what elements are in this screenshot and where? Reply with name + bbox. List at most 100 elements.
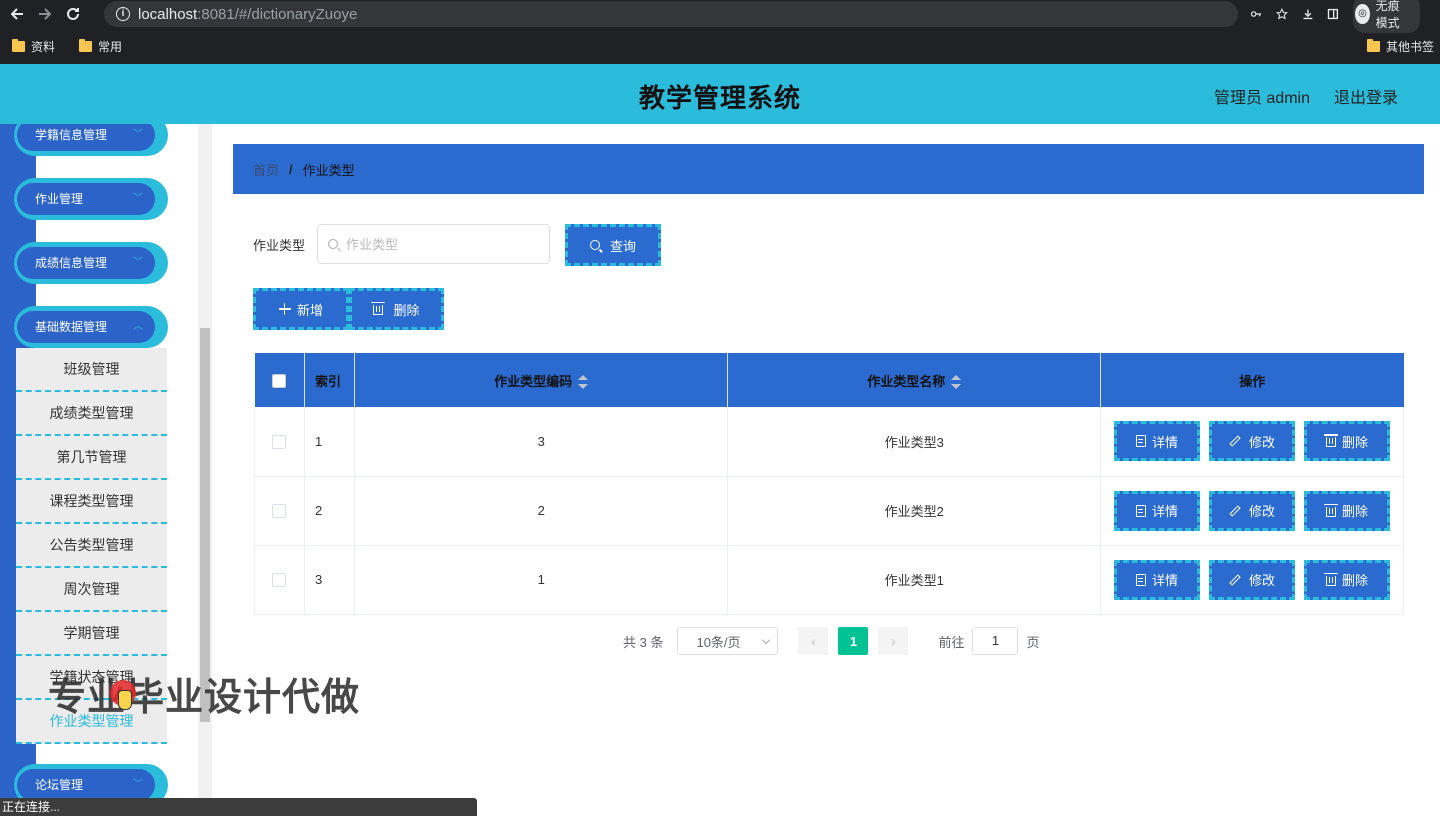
edit-label: 修改 — [1249, 432, 1275, 451]
chevron-up-icon: ︿ — [133, 311, 143, 343]
folder-icon — [12, 41, 25, 52]
trash-icon — [1326, 437, 1336, 447]
column-header-ops: 操作 — [1101, 353, 1404, 407]
sidebar-group-label: 作业管理 — [35, 192, 83, 206]
search-label: 作业类型 — [253, 235, 305, 254]
incognito-icon: ◎ — [1355, 4, 1369, 24]
row-code: 1 — [354, 545, 728, 614]
query-button[interactable]: 查询 — [565, 224, 661, 266]
row-index: 3 — [304, 545, 354, 614]
sidebar-group-basic-data[interactable]: 基础数据管理 ︿ — [14, 306, 168, 348]
edit-button[interactable]: 修改 — [1209, 560, 1295, 600]
url-bar[interactable]: i localhost:8081/#/dictionaryZuoye — [104, 1, 1238, 27]
logout-link[interactable]: 退出登录 — [1334, 84, 1398, 108]
query-button-label: 查询 — [610, 236, 636, 255]
sidebar-item-period[interactable]: 第几节管理 — [16, 436, 167, 480]
add-button[interactable]: 新增 — [253, 288, 349, 330]
sidebar-item-course-type[interactable]: 课程类型管理 — [16, 480, 167, 524]
key-icon[interactable] — [1250, 6, 1262, 22]
goto-page-input[interactable]: 1 — [972, 627, 1018, 655]
batch-delete-label: 删除 — [393, 300, 419, 319]
next-page-button[interactable]: › — [878, 627, 908, 655]
detail-button[interactable]: 详情 — [1114, 491, 1200, 531]
other-bookmarks[interactable]: 其他书签 — [1367, 32, 1434, 60]
sidebar-group-grades[interactable]: 成绩信息管理 ﹀ — [14, 242, 168, 284]
bookmark-item[interactable]: 资料 — [12, 38, 55, 55]
row-checkbox[interactable] — [272, 504, 286, 518]
column-header-code[interactable]: 作业类型编码 — [354, 353, 728, 407]
edit-button[interactable]: 修改 — [1209, 491, 1295, 531]
sidebar-item-grade-type[interactable]: 成绩类型管理 — [16, 392, 167, 436]
data-table: 索引 作业类型编码 作业类型名称 操作 1 3 作业类型3 详情 修改 删除 2… — [254, 353, 1404, 615]
url-path: :8081/#/dictionaryZuoye — [197, 6, 357, 23]
document-icon — [1136, 505, 1146, 517]
sidebar-scroll-thumb[interactable] — [200, 328, 210, 722]
row-name: 作业类型2 — [728, 476, 1101, 545]
edit-label: 修改 — [1249, 570, 1275, 589]
back-arrow-icon — [9, 6, 25, 22]
edit-button[interactable]: 修改 — [1209, 421, 1295, 461]
browser-actions: ◎ 无痕模式 ⋮ — [1250, 0, 1440, 28]
search-icon — [590, 240, 600, 250]
search-input-wrapper[interactable] — [317, 224, 550, 264]
column-header-label: 作业类型编码 — [494, 374, 572, 389]
delete-button[interactable]: 删除 — [1304, 421, 1390, 461]
sidebar-item-semester[interactable]: 学期管理 — [16, 612, 167, 656]
chevron-right-icon: › — [891, 633, 896, 649]
breadcrumb-separator: / — [289, 162, 293, 177]
incognito-indicator[interactable]: ◎ 无痕模式 — [1353, 0, 1420, 33]
batch-delete-button[interactable]: 删除 — [349, 288, 444, 330]
prev-page-button[interactable]: ‹ — [798, 627, 828, 655]
detail-button[interactable]: 详情 — [1114, 421, 1200, 461]
table-header-row: 索引 作业类型编码 作业类型名称 操作 — [255, 353, 1404, 407]
delete-button[interactable]: 删除 — [1304, 491, 1390, 531]
delete-label: 删除 — [1342, 432, 1368, 451]
star-icon[interactable] — [1276, 6, 1288, 22]
row-name: 作业类型3 — [728, 407, 1101, 476]
sidebar-item-class[interactable]: 班级管理 — [16, 348, 167, 392]
bookmark-item[interactable]: 常用 — [79, 38, 122, 55]
download-icon[interactable] — [1302, 6, 1314, 22]
sort-icon[interactable] — [951, 375, 961, 389]
sidebar-group-homework[interactable]: 作业管理 ﹀ — [14, 178, 168, 220]
app-header: 教学管理系统 管理员 admin 退出登录 — [0, 64, 1440, 124]
select-all-checkbox[interactable] — [272, 374, 286, 388]
column-header-name[interactable]: 作业类型名称 — [728, 353, 1101, 407]
address-row: i localhost:8081/#/dictionaryZuoye ◎ 无痕模… — [0, 0, 1440, 28]
column-header-index: 索引 — [304, 353, 354, 407]
site-info-icon[interactable]: i — [116, 7, 130, 21]
detail-label: 详情 — [1152, 570, 1178, 589]
pencil-icon — [1229, 436, 1240, 447]
forward-arrow-icon — [37, 6, 53, 22]
detail-button[interactable]: 详情 — [1114, 560, 1200, 600]
sidepanel-icon[interactable] — [1327, 6, 1339, 22]
sort-icon[interactable] — [578, 375, 588, 389]
page-size-select[interactable]: 10条/页 — [677, 627, 778, 655]
sidebar-group-label: 学籍信息管理 — [35, 128, 107, 142]
sidebar-item-week[interactable]: 周次管理 — [16, 568, 167, 612]
row-checkbox[interactable] — [272, 435, 286, 449]
forward-button[interactable] — [34, 3, 56, 25]
row-checkbox[interactable] — [272, 573, 286, 587]
header-user-area: 管理员 admin 退出登录 — [1214, 84, 1398, 108]
page-number-current[interactable]: 1 — [838, 627, 868, 655]
table-row: 1 3 作业类型3 详情 修改 删除 — [255, 407, 1404, 476]
search-input[interactable] — [346, 237, 526, 252]
bookmarks-bar: 资料 常用 其他书签 — [0, 32, 1440, 60]
row-index: 2 — [304, 476, 354, 545]
bookmark-label: 常用 — [98, 38, 122, 55]
other-bookmarks-label: 其他书签 — [1386, 38, 1434, 55]
sidebar-group-label: 论坛管理 — [35, 778, 83, 792]
delete-button[interactable]: 删除 — [1304, 560, 1390, 600]
breadcrumb-home[interactable]: 首页 — [253, 160, 279, 179]
sidebar-group-student-records[interactable]: 学籍信息管理 ﹀ — [14, 124, 168, 156]
folder-icon — [79, 41, 92, 52]
sidebar-item-notice-type[interactable]: 公告类型管理 — [16, 524, 167, 568]
reload-button[interactable] — [62, 3, 84, 25]
pagination: 共 3 条 10条/页 ‹ 1 › 前往 1 页 — [623, 627, 1040, 655]
page-size-value: 10条/页 — [696, 632, 740, 651]
table-row: 2 2 作业类型2 详情 修改 删除 — [255, 476, 1404, 545]
back-button[interactable] — [6, 3, 28, 25]
reload-icon — [65, 6, 81, 22]
pencil-icon — [1229, 505, 1240, 516]
